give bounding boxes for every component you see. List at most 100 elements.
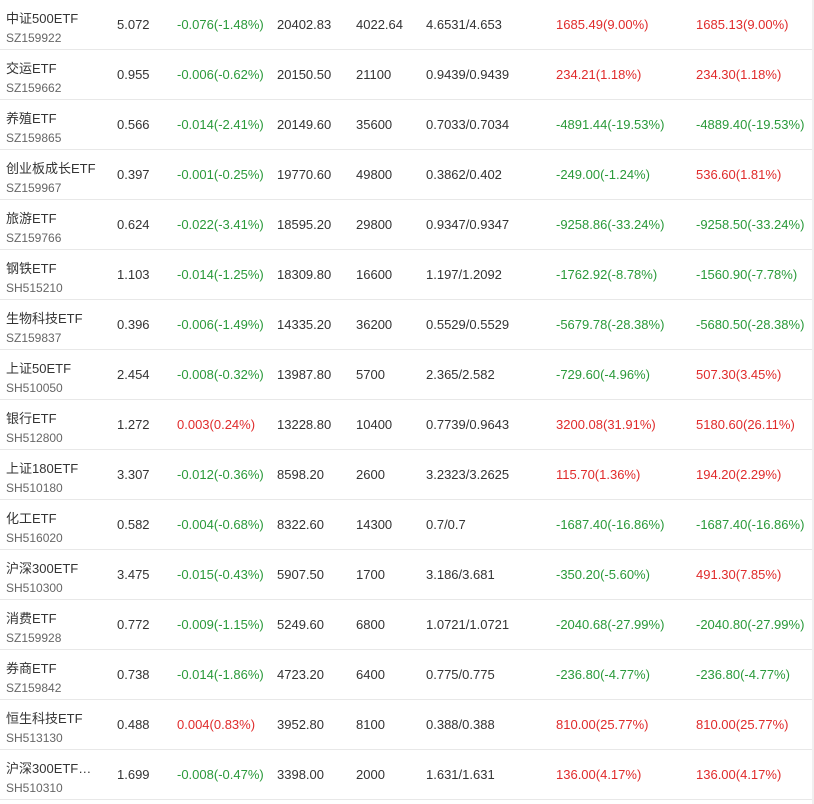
table-row[interactable]: 化工ETF SH516020 0.582 -0.004(-0.68%) 8322…: [0, 500, 814, 550]
table-row[interactable]: 交运ETF SZ159662 0.955 -0.006(-0.62%) 2015…: [0, 50, 814, 100]
fund-code: SZ159662: [6, 81, 62, 95]
fund-code: SZ159842: [6, 681, 62, 695]
profit-loss-value: -236.80(-4.77%): [556, 667, 650, 682]
fund-name[interactable]: 消费ETF: [6, 608, 106, 627]
fund-name[interactable]: 券商ETF: [6, 658, 106, 677]
cost-value: 0.7739/0.9643: [426, 417, 510, 432]
table-row[interactable]: 中证500ETF SZ159922 5.072 -0.076(-1.48%) 2…: [0, 0, 814, 50]
cost-value: 0.5529/0.5529: [426, 317, 510, 332]
table-row[interactable]: 银行ETF SH512800 1.272 0.003(0.24%) 13228.…: [0, 400, 814, 450]
profit-loss-value: 1685.49(9.00%): [556, 17, 649, 32]
fund-name-cell[interactable]: 沪深300ETF… SH510310: [6, 750, 110, 799]
profit-loss-value: -4891.44(-19.53%): [556, 117, 665, 132]
cost-value: 4.6531/4.653: [426, 17, 502, 32]
price-value: 0.397: [117, 167, 150, 182]
profit-loss-value: -729.60(-4.96%): [556, 367, 650, 382]
fund-name-cell[interactable]: 旅游ETF SZ159766: [6, 200, 110, 249]
fund-name-cell[interactable]: 中证500ETF SZ159922: [6, 0, 110, 49]
profit-loss-value: 115.70(1.36%): [556, 467, 641, 482]
table-row[interactable]: 创业板成长ETF SZ159967 0.397 -0.001(-0.25%) 1…: [0, 150, 814, 200]
holdings-table: 中证500ETF SZ159922 5.072 -0.076(-1.48%) 2…: [0, 0, 814, 800]
profit-loss-value: -2040.68(-27.99%): [556, 617, 665, 632]
fund-name[interactable]: 化工ETF: [6, 508, 106, 527]
shares-value: 49800: [356, 167, 393, 182]
fund-name-cell[interactable]: 创业板成长ETF SZ159967: [6, 150, 110, 199]
fund-name-cell[interactable]: 银行ETF SH512800: [6, 400, 110, 449]
fund-name-cell[interactable]: 化工ETF SH516020: [6, 500, 110, 549]
shares-value: 36200: [356, 317, 393, 332]
profit-loss-value: -1687.40(-16.86%): [556, 517, 665, 532]
table-row[interactable]: 生物科技ETF SZ159837 0.396 -0.006(-1.49%) 14…: [0, 300, 814, 350]
fund-name-cell[interactable]: 养殖ETF SZ159865: [6, 100, 110, 149]
fund-name-cell[interactable]: 生物科技ETF SZ159837: [6, 300, 110, 349]
price-value: 0.624: [117, 217, 150, 232]
table-row[interactable]: 沪深300ETF SH510300 3.475 -0.015(-0.43%) 5…: [0, 550, 814, 600]
fund-name-cell[interactable]: 券商ETF SZ159842: [6, 650, 110, 699]
cost-value: 0.7033/0.7034: [426, 117, 510, 132]
price-value: 0.396: [117, 317, 150, 332]
shares-value: 5700: [356, 367, 385, 382]
fund-name[interactable]: 沪深300ETF: [6, 558, 106, 577]
cost-value: 0.388/0.388: [426, 717, 495, 732]
table-row[interactable]: 上证50ETF SH510050 2.454 -0.008(-0.32%) 13…: [0, 350, 814, 400]
profit-loss-total-value: -1560.90(-7.78%): [696, 267, 798, 282]
fund-name[interactable]: 沪深300ETF…: [6, 758, 106, 777]
fund-code: SH510300: [6, 581, 63, 595]
fund-name[interactable]: 养殖ETF: [6, 108, 106, 127]
fund-name-cell[interactable]: 上证180ETF SH510180: [6, 450, 110, 499]
change-value: -0.006(-1.49%): [177, 317, 264, 332]
fund-name-cell[interactable]: 交运ETF SZ159662: [6, 50, 110, 99]
profit-loss-value: 234.21(1.18%): [556, 67, 642, 82]
fund-name[interactable]: 上证50ETF: [6, 358, 106, 377]
market-value: 5249.60: [277, 617, 324, 632]
fund-name[interactable]: 中证500ETF: [6, 8, 106, 27]
table-row[interactable]: 钢铁ETF SH515210 1.103 -0.014(-1.25%) 1830…: [0, 250, 814, 300]
fund-name[interactable]: 钢铁ETF: [6, 258, 106, 277]
fund-name[interactable]: 银行ETF: [6, 408, 106, 427]
fund-name-cell[interactable]: 恒生科技ETF SH513130: [6, 700, 110, 749]
fund-code: SH510310: [6, 781, 63, 795]
cost-value: 0.9347/0.9347: [426, 217, 510, 232]
price-value: 0.738: [117, 667, 150, 682]
fund-name-cell[interactable]: 消费ETF SZ159928: [6, 600, 110, 649]
table-row[interactable]: 券商ETF SZ159842 0.738 -0.014(-1.86%) 4723…: [0, 650, 814, 700]
price-value: 0.582: [117, 517, 150, 532]
table-row[interactable]: 上证180ETF SH510180 3.307 -0.012(-0.36%) 8…: [0, 450, 814, 500]
fund-name[interactable]: 创业板成长ETF: [6, 158, 106, 177]
fund-code: SZ159865: [6, 131, 62, 145]
profit-loss-total-value: -236.80(-4.77%): [696, 667, 790, 682]
fund-name-cell[interactable]: 上证50ETF SH510050: [6, 350, 110, 399]
change-value: -0.008(-0.32%): [177, 367, 264, 382]
table-row[interactable]: 消费ETF SZ159928 0.772 -0.009(-1.15%) 5249…: [0, 600, 814, 650]
table-row[interactable]: 恒生科技ETF SH513130 0.488 0.004(0.83%) 3952…: [0, 700, 814, 750]
profit-loss-total-value: 5180.60(26.11%): [696, 417, 795, 432]
cost-value: 2.365/2.582: [426, 367, 495, 382]
price-value: 1.103: [117, 267, 150, 282]
fund-name[interactable]: 恒生科技ETF: [6, 708, 106, 727]
market-value: 18595.20: [277, 217, 332, 232]
change-value: -0.014(-1.86%): [177, 667, 264, 682]
price-value: 2.454: [117, 367, 150, 382]
fund-name[interactable]: 交运ETF: [6, 58, 106, 77]
fund-code: SH510050: [6, 381, 63, 395]
fund-name[interactable]: 旅游ETF: [6, 208, 106, 227]
profit-loss-total-value: -4889.40(-19.53%): [696, 117, 805, 132]
market-value: 3398.00: [277, 767, 324, 782]
price-value: 3.307: [117, 467, 150, 482]
fund-code: SH513130: [6, 731, 63, 745]
change-value: -0.014(-1.25%): [177, 267, 264, 282]
market-value: 3952.80: [277, 717, 324, 732]
market-value: 19770.60: [277, 167, 332, 182]
price-value: 0.955: [117, 67, 150, 82]
fund-name[interactable]: 上证180ETF: [6, 458, 106, 477]
change-value: -0.015(-0.43%): [177, 567, 264, 582]
fund-name-cell[interactable]: 沪深300ETF SH510300: [6, 550, 110, 599]
fund-name-cell[interactable]: 钢铁ETF SH515210: [6, 250, 110, 299]
table-row[interactable]: 沪深300ETF… SH510310 1.699 -0.008(-0.47%) …: [0, 750, 814, 800]
table-row[interactable]: 养殖ETF SZ159865 0.566 -0.014(-2.41%) 2014…: [0, 100, 814, 150]
fund-name[interactable]: 生物科技ETF: [6, 308, 106, 327]
market-value: 13987.80: [277, 367, 332, 382]
market-value: 18309.80: [277, 267, 332, 282]
price-value: 0.566: [117, 117, 150, 132]
table-row[interactable]: 旅游ETF SZ159766 0.624 -0.022(-3.41%) 1859…: [0, 200, 814, 250]
